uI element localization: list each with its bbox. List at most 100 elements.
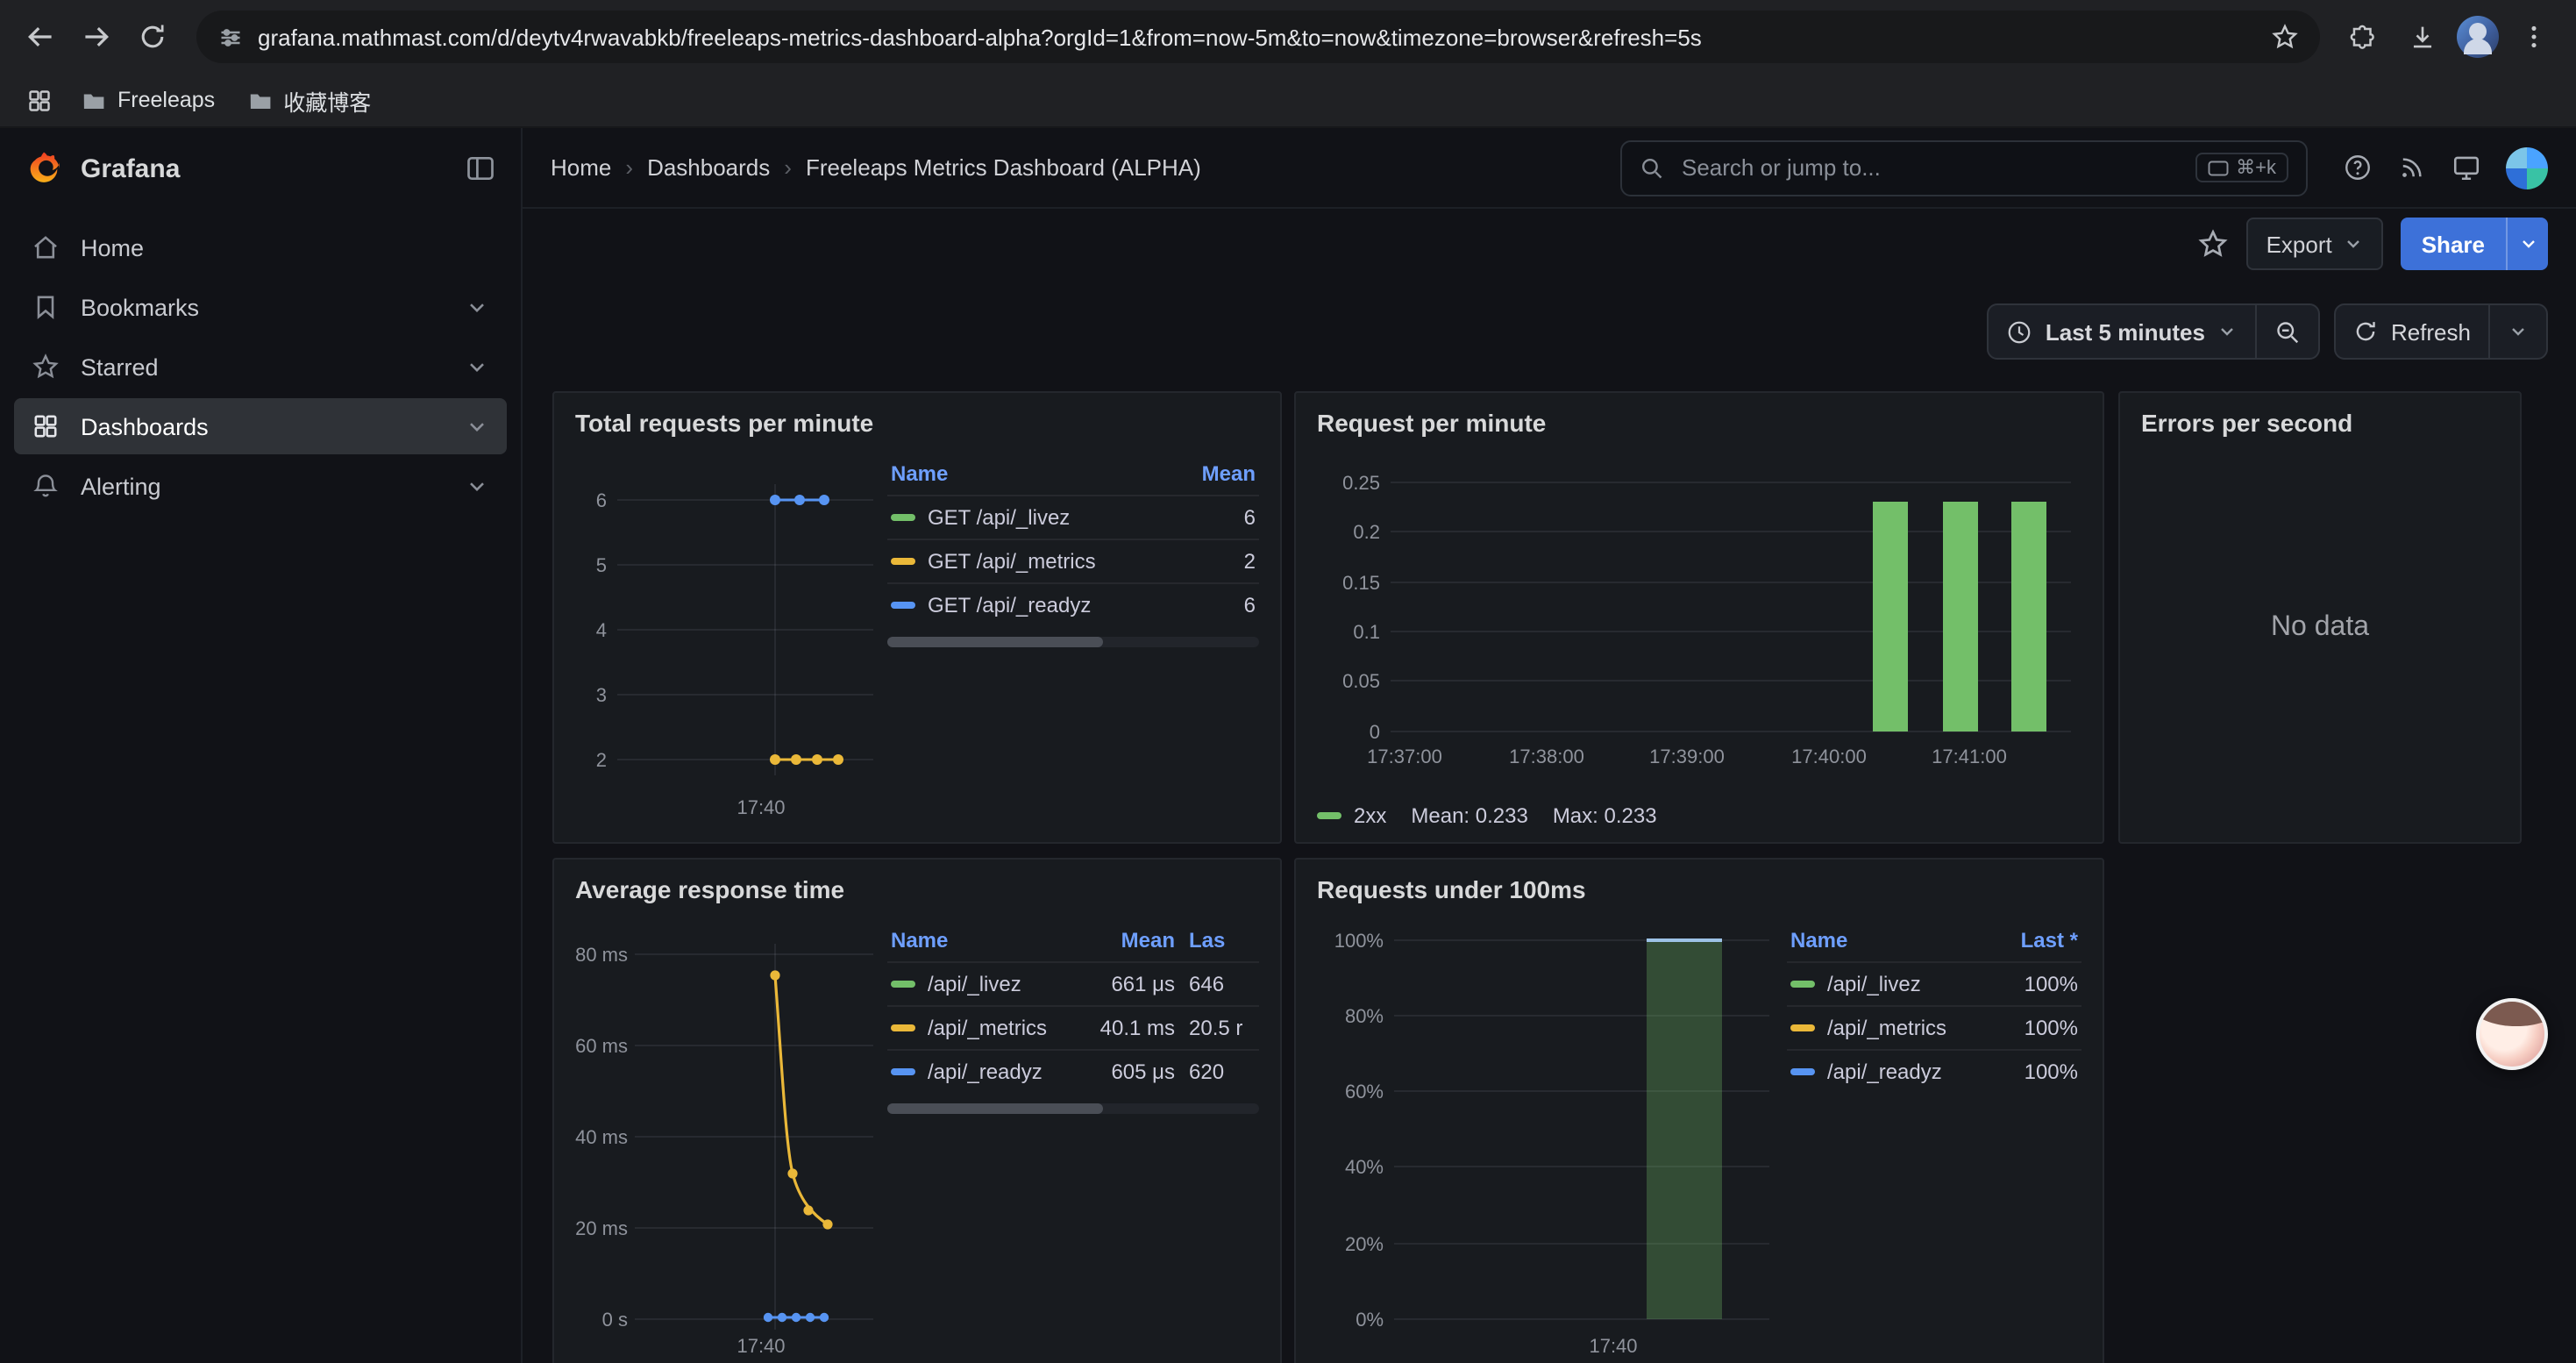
floating-assistant-avatar[interactable]: [2476, 998, 2548, 1070]
sidebar-item-home[interactable]: Home: [14, 219, 507, 275]
legend-col-mean[interactable]: Mean: [1182, 461, 1256, 486]
legend-row[interactable]: /api/_metrics 40.1 ms 20.5 r: [887, 1005, 1259, 1049]
svg-text:17:39:00: 17:39:00: [1649, 746, 1725, 767]
zoom-out-button[interactable]: [2256, 305, 2319, 358]
series-mean: 6: [1182, 505, 1256, 530]
breadcrumb-dashboards[interactable]: Dashboards: [647, 154, 770, 181]
legend-row[interactable]: GET /api/_metrics 2: [887, 539, 1259, 582]
url-text[interactable]: grafana.mathmast.com/d/deytv4rwavabkb/fr…: [258, 24, 2257, 50]
series-name[interactable]: /api/_metrics: [1827, 1016, 1987, 1040]
legend-series-2xx[interactable]: 2xx: [1317, 803, 1386, 828]
share-button[interactable]: Share: [2401, 218, 2506, 270]
legend-col-name[interactable]: Name: [891, 928, 1073, 953]
bookmark-folder-blogs[interactable]: 收藏博客: [236, 78, 381, 122]
news-button[interactable]: [2397, 153, 2427, 182]
legend-row[interactable]: /api/_livez 661 μs 646: [887, 961, 1259, 1005]
series-name[interactable]: GET /api/_livez: [928, 505, 1182, 530]
series-color-swatch: [891, 1068, 915, 1075]
downloads-button[interactable]: [2397, 12, 2446, 61]
no-data-message: No data: [2141, 453, 2499, 803]
scrollbar-thumb[interactable]: [887, 637, 1103, 647]
panel-title[interactable]: Requests under 100ms: [1317, 874, 2081, 905]
tv-mode-button[interactable]: [2451, 153, 2481, 182]
export-button[interactable]: Export: [2247, 218, 2383, 270]
scrollbar-thumb[interactable]: [887, 1103, 1103, 1114]
svg-text:100%: 100%: [1334, 930, 1384, 952]
legend-col-last[interactable]: Last *: [1987, 928, 2078, 953]
reload-button[interactable]: [126, 11, 179, 63]
search-shortcut-text: ⌘+k: [2236, 156, 2276, 179]
browser-profile-avatar[interactable]: [2457, 16, 2499, 58]
legend-col-last[interactable]: Las: [1175, 928, 1256, 953]
bookmark-folder-label: 收藏博客: [283, 83, 371, 117]
timeseries-chart: 6 5 4 3 2 17:40: [575, 453, 877, 828]
legend-horizontal-scrollbar[interactable]: [887, 1103, 1259, 1114]
legend-table: Name Mean GET /api/_livez 6 GET /api/_me…: [887, 456, 1259, 828]
forward-button[interactable]: [70, 11, 123, 63]
refresh-interval-button[interactable]: [2488, 305, 2546, 358]
legend-col-name[interactable]: Name: [1790, 928, 1987, 953]
legend-row[interactable]: GET /api/_livez 6: [887, 495, 1259, 539]
svg-text:17:40: 17:40: [1589, 1335, 1637, 1357]
search-input[interactable]: [1678, 153, 2181, 182]
sidebar-item-label: Home: [81, 234, 489, 260]
chart-legend: 2xx Mean: 0.233 Max: 0.233: [1317, 803, 1657, 828]
search-bar[interactable]: ⌘+k: [1620, 139, 2308, 196]
panel-title[interactable]: Total requests per minute: [575, 407, 1259, 439]
browser-menu-button[interactable]: [2509, 12, 2558, 61]
series-color-swatch: [1790, 1068, 1815, 1075]
legend-row[interactable]: GET /api/_readyz 6: [887, 582, 1259, 626]
bookmark-star-icon[interactable]: [2271, 23, 2299, 51]
dashboard-actions-bar: Export Share: [523, 209, 2576, 279]
panel-title[interactable]: Request per minute: [1317, 407, 2081, 439]
apps-grid-button[interactable]: [18, 79, 60, 121]
svg-text:17:40: 17:40: [737, 1335, 785, 1357]
series-color-swatch: [891, 1024, 915, 1031]
breadcrumb-home[interactable]: Home: [551, 154, 611, 181]
extensions-button[interactable]: [2338, 12, 2387, 61]
sidebar-toggle-button[interactable]: [465, 153, 496, 184]
refresh-button[interactable]: Refresh: [2337, 305, 2488, 358]
legend-horizontal-scrollbar[interactable]: [887, 637, 1259, 647]
favorite-dashboard-button[interactable]: [2198, 228, 2230, 260]
legend-row[interactable]: /api/_readyz 605 μs 620: [887, 1049, 1259, 1093]
user-avatar[interactable]: [2506, 146, 2548, 189]
series-name[interactable]: /api/_readyz: [928, 1060, 1073, 1084]
svg-text:0.25: 0.25: [1342, 472, 1380, 494]
chevron-down-icon[interactable]: [465, 474, 489, 498]
legend-row[interactable]: /api/_livez 100%: [1787, 961, 2081, 1005]
series-name[interactable]: GET /api/_readyz: [928, 593, 1182, 617]
series-name[interactable]: /api/_metrics: [928, 1016, 1073, 1040]
share-split-button: Share: [2401, 218, 2548, 270]
share-menu-button[interactable]: [2506, 218, 2548, 270]
series-name[interactable]: /api/_livez: [928, 972, 1073, 996]
grafana-logo[interactable]: [25, 149, 63, 188]
site-settings-tune-icon[interactable]: [217, 24, 244, 50]
chevron-down-icon[interactable]: [465, 354, 489, 379]
legend-col-mean[interactable]: Mean: [1073, 928, 1175, 953]
svg-text:40%: 40%: [1345, 1156, 1384, 1178]
chevron-down-icon: [2517, 233, 2538, 254]
chevron-down-icon[interactable]: [465, 414, 489, 439]
legend-row[interactable]: /api/_readyz 100%: [1787, 1049, 2081, 1093]
series-mean-stat: Mean: 0.233: [1411, 803, 1527, 828]
time-range-picker[interactable]: Last 5 minutes: [1989, 305, 2256, 358]
panel-title[interactable]: Errors per second: [2141, 407, 2499, 439]
sidebar-item-dashboards[interactable]: Dashboards: [14, 398, 507, 454]
address-bar[interactable]: grafana.mathmast.com/d/deytv4rwavabkb/fr…: [196, 11, 2320, 63]
help-button[interactable]: [2343, 153, 2373, 182]
sidebar-item-alerting[interactable]: Alerting: [14, 458, 507, 514]
legend-col-name[interactable]: Name: [891, 461, 1182, 486]
back-button[interactable]: [14, 11, 67, 63]
sidebar-item-bookmarks[interactable]: Bookmarks: [14, 279, 507, 335]
series-color-swatch: [1317, 812, 1341, 819]
legend-row[interactable]: /api/_metrics 100%: [1787, 1005, 2081, 1049]
legend-header-row: Name Last *: [1787, 923, 2081, 961]
chevron-down-icon[interactable]: [465, 295, 489, 319]
sidebar-item-starred[interactable]: Starred: [14, 339, 507, 395]
series-name[interactable]: /api/_readyz: [1827, 1060, 1987, 1084]
bookmark-folder-freeleaps[interactable]: Freeleaps: [70, 82, 225, 118]
series-name[interactable]: GET /api/_metrics: [928, 549, 1182, 574]
series-name[interactable]: /api/_livez: [1827, 972, 1987, 996]
panel-title[interactable]: Average response time: [575, 874, 1259, 905]
